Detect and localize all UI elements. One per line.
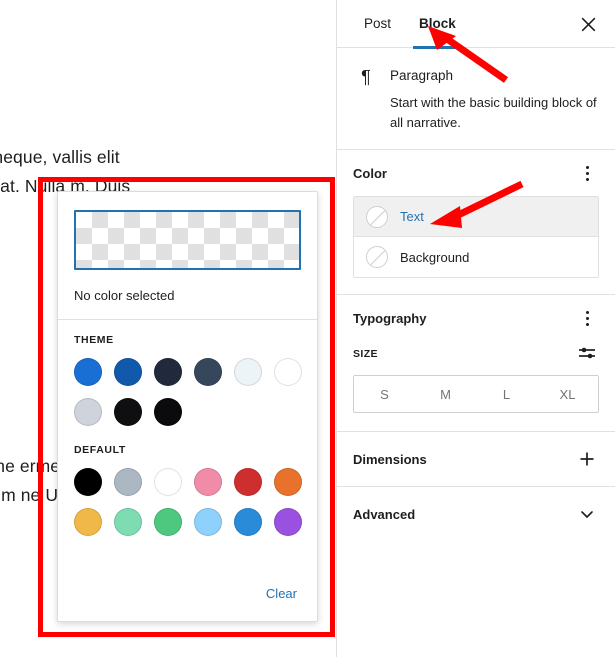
tab-block-label: Block [419,15,456,31]
swatch-theme-blue-bright[interactable] [74,358,102,386]
typography-panel-options-button[interactable] [575,306,599,330]
tab-post[interactable]: Post [350,0,405,48]
swatch-theme-black-1[interactable] [114,398,142,426]
close-sidebar-button[interactable] [575,11,601,37]
color-preview-transparent[interactable] [74,210,301,270]
color-panel-title: Color [353,165,387,181]
swatch-theme-navy[interactable] [154,358,182,386]
sliders-icon [578,346,596,363]
clear-color-button[interactable]: Clear [262,580,301,607]
swatch-default-green[interactable] [154,508,182,536]
advanced-panel-title: Advanced [353,506,416,522]
color-picker-popover: No color selected THEME DEFAULT Clear [57,191,318,622]
advanced-panel-header[interactable]: Advanced [337,487,615,541]
color-picker-footer: Clear [58,580,317,621]
color-row-background-label: Background [400,249,470,265]
block-card-description: Start with the basic building block of a… [390,95,597,130]
color-row-background[interactable]: Background [354,237,598,277]
default-swatch-grid [74,468,302,536]
default-palette-section: DEFAULT [58,426,317,536]
swatch-theme-black-2[interactable] [154,398,182,426]
color-panel-header: Color [353,150,599,196]
wordpress-block-editor-screen: a velit neque, vallis elit viverra at. N… [0,0,615,657]
swatch-default-white[interactable] [154,468,182,496]
swatch-default-red[interactable] [234,468,262,496]
paragraph-pilcrow-icon: ¶ [361,67,371,87]
plus-icon[interactable] [575,447,599,471]
color-row-text-label: Text [400,209,424,224]
swatch-theme-light-gray[interactable] [74,398,102,426]
swatch-default-amber[interactable] [74,508,102,536]
dimensions-panel-header[interactable]: Dimensions [337,432,615,486]
default-palette-label: DEFAULT [74,444,126,456]
swatch-default-orange[interactable] [274,468,302,496]
theme-swatch-grid [74,358,302,426]
swatch-default-blue[interactable] [234,508,262,536]
swatch-default-light-blue[interactable] [194,508,222,536]
font-size-header: SIZE [353,341,599,367]
typography-panel-header: Typography [353,295,599,341]
font-size-button-group: S M L XL [353,375,599,413]
swatch-theme-pale-blue[interactable] [234,358,262,386]
color-row-text[interactable]: Text [354,197,598,237]
font-size-xl[interactable]: XL [537,376,598,412]
typography-panel: Typography SIZE S M L XL [337,295,615,413]
color-panel-options-button[interactable] [575,161,599,185]
swatch-default-purple[interactable] [274,508,302,536]
tab-post-label: Post [364,15,392,31]
font-size-s[interactable]: S [354,376,415,412]
theme-palette-label: THEME [74,334,114,346]
theme-palette-section: THEME [58,320,317,426]
block-card-title: Paragraph [390,68,454,83]
color-panel: Color Text Background [337,150,615,278]
sidebar-tab-bar: Post Block [337,0,615,49]
swatch-theme-white[interactable] [274,358,302,386]
swatch-default-black[interactable] [74,468,102,496]
font-size-l[interactable]: L [476,376,537,412]
chevron-down-icon[interactable] [575,502,599,526]
no-color-circle-icon [366,246,388,268]
font-size-settings-button[interactable] [575,342,599,366]
color-option-list: Text Background [353,196,599,278]
swatch-theme-slate[interactable] [194,358,222,386]
swatch-default-light-green[interactable] [114,508,142,536]
block-settings-sidebar: Post Block ¶ Paragraph Start with the ba… [336,0,615,657]
close-icon [581,17,596,32]
swatch-default-pink[interactable] [194,468,222,496]
no-color-circle-icon [366,205,388,228]
font-size-label: SIZE [353,348,378,360]
typography-panel-title: Typography [353,310,427,326]
font-size-m[interactable]: M [415,376,476,412]
swatch-default-cyan-gray[interactable] [114,468,142,496]
block-type-card: ¶ Paragraph Start with the basic buildin… [337,48,615,149]
ellipsis-vertical-icon [585,165,589,181]
tab-block[interactable]: Block [405,0,470,49]
dimensions-panel-title: Dimensions [353,451,427,467]
block-card-info: Paragraph Start with the basic building … [390,66,599,133]
swatch-theme-blue-dark[interactable] [114,358,142,386]
color-picker-status-text: No color selected [58,270,317,320]
ellipsis-vertical-icon [585,310,589,326]
